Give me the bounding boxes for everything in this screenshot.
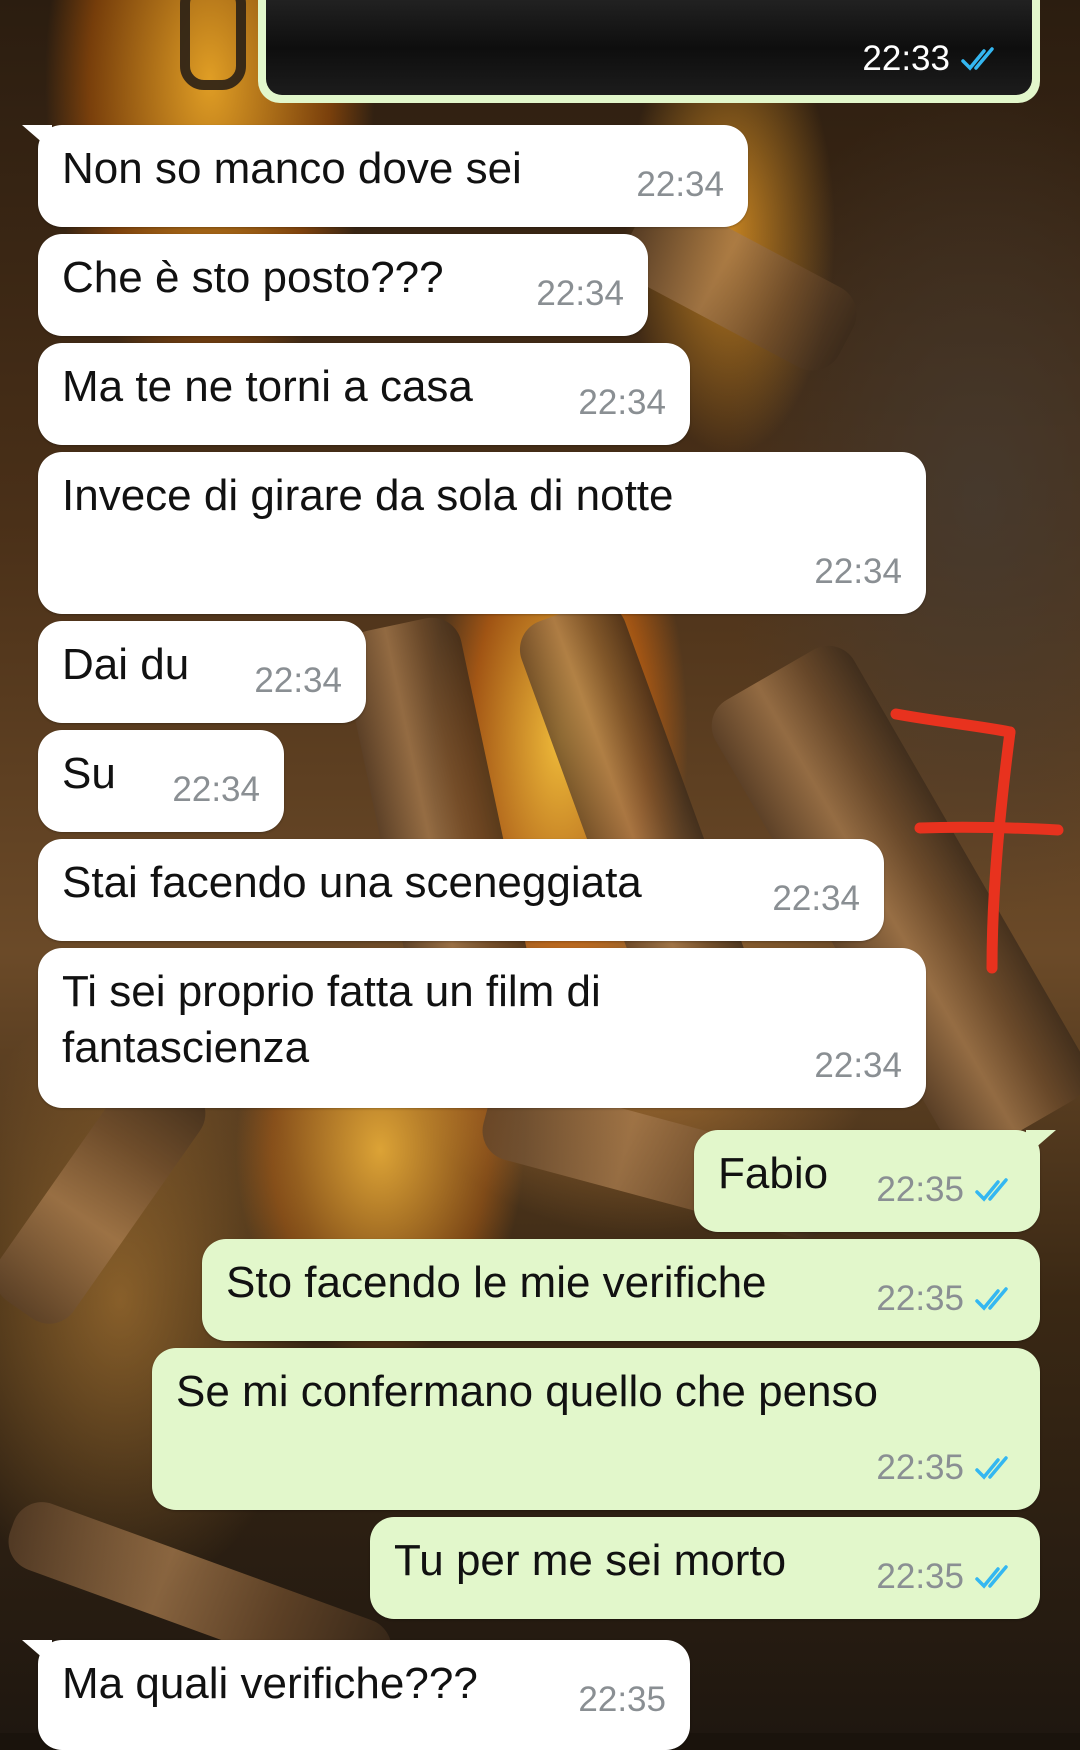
image-message-meta: 22:33 bbox=[862, 39, 1002, 79]
message-text: Fabio bbox=[718, 1149, 829, 1198]
message-text: Dai du bbox=[62, 640, 190, 689]
incoming-message[interactable]: Non so manco dove sei 22:34 bbox=[22, 125, 748, 227]
message-text: Tu per me sei morto bbox=[394, 1536, 787, 1585]
chain-decoration bbox=[180, 0, 246, 90]
incoming-message[interactable]: Ma quali verifiche??? 22:35 bbox=[22, 1640, 690, 1750]
outgoing-message[interactable]: Sto facendo le mie verifiche 22:35 bbox=[202, 1239, 1040, 1341]
outgoing-message[interactable]: Se mi confermano quello che penso 22:35 bbox=[152, 1348, 1040, 1510]
image-thumbnail[interactable]: 22:33 bbox=[266, 0, 1032, 95]
incoming-message[interactable]: Ma te ne torni a casa 22:34 bbox=[38, 343, 690, 445]
double-check-icon bbox=[975, 1456, 1008, 1480]
message-text: Invece di girare da sola di notte bbox=[62, 471, 674, 520]
message-text: Su bbox=[62, 749, 116, 798]
red-annotation-mark bbox=[890, 708, 1064, 974]
double-check-icon bbox=[975, 1287, 1008, 1311]
message-text: Ti sei proprio fatta un film di fantasci… bbox=[62, 967, 614, 1072]
double-check-icon bbox=[975, 1178, 1008, 1202]
message-time: 22:34 bbox=[536, 274, 624, 313]
incoming-message[interactable]: Dai du 22:34 bbox=[38, 621, 366, 723]
double-check-icon bbox=[975, 1565, 1008, 1589]
incoming-message[interactable]: Su 22:34 bbox=[38, 730, 284, 832]
message-time: 22:35 bbox=[876, 1170, 964, 1209]
message-time: 22:34 bbox=[814, 552, 902, 591]
message-text: Sto facendo le mie verifiche bbox=[226, 1258, 767, 1307]
message-text: Ma quali verifiche??? bbox=[62, 1659, 478, 1708]
outgoing-message[interactable]: Tu per me sei morto 22:35 bbox=[370, 1517, 1040, 1619]
message-time: 22:34 bbox=[172, 770, 260, 809]
message-meta: 22:35 bbox=[876, 1271, 1016, 1327]
message-time: 22:34 bbox=[636, 165, 724, 204]
message-meta: 22:35 bbox=[876, 1549, 1016, 1605]
message-time: 22:34 bbox=[814, 1046, 902, 1085]
incoming-message[interactable]: Invece di girare da sola di notte 22:34 bbox=[38, 452, 926, 614]
incoming-message[interactable]: Ti sei proprio fatta un film di fantasci… bbox=[38, 948, 926, 1108]
incoming-message[interactable]: Stai facendo una sceneggiata 22:34 bbox=[38, 839, 884, 941]
message-text: Se mi confermano quello che penso bbox=[176, 1367, 878, 1416]
message-text: Che è sto posto??? bbox=[62, 253, 444, 302]
message-time: 22:35 bbox=[876, 1557, 964, 1596]
message-text: Stai facendo una sceneggiata bbox=[62, 858, 642, 907]
message-time: 22:34 bbox=[254, 661, 342, 700]
message-time: 22:35 bbox=[876, 1448, 964, 1487]
message-time: 22:35 bbox=[578, 1680, 666, 1719]
outgoing-message[interactable]: Fabio 22:35 bbox=[694, 1130, 1056, 1232]
message-time: 22:35 bbox=[876, 1279, 964, 1318]
message-text: Ma te ne torni a casa bbox=[62, 362, 473, 411]
message-meta: 22:35 bbox=[876, 1440, 1016, 1496]
image-message[interactable]: 22:33 bbox=[258, 0, 1040, 103]
incoming-message[interactable]: Che è sto posto??? 22:34 bbox=[38, 234, 648, 336]
double-check-icon bbox=[961, 47, 994, 71]
message-time: 22:34 bbox=[772, 879, 860, 918]
message-meta: 22:35 bbox=[876, 1162, 1016, 1218]
message-text: Non so manco dove sei bbox=[62, 144, 522, 193]
message-time: 22:34 bbox=[578, 383, 666, 422]
message-time: 22:33 bbox=[862, 39, 950, 78]
